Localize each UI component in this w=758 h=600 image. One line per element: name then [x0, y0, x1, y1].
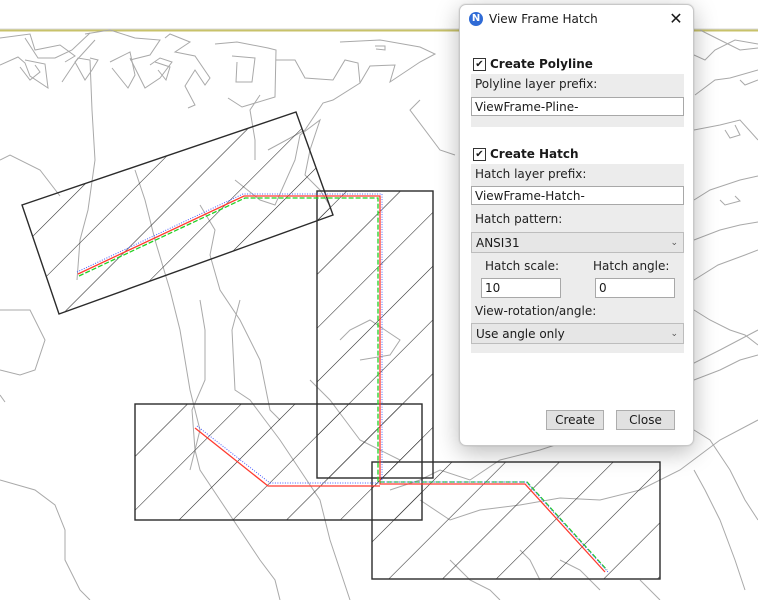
view-frame-1[interactable]	[21, 111, 334, 315]
view-rotation-value: Use angle only	[476, 327, 565, 341]
hatch-angle-label: Hatch angle:	[593, 259, 670, 273]
close-icon[interactable]: ✕	[665, 9, 687, 29]
hatch-scale-label: Hatch scale:	[485, 259, 560, 273]
polyline-panel: Polyline layer prefix: ViewFrame-Pline-	[471, 74, 684, 127]
app-logo-icon: N	[469, 12, 483, 26]
chevron-down-icon: ⌄	[670, 329, 678, 339]
create-polyline-checkbox[interactable]: ✔	[473, 58, 486, 71]
create-polyline-checkbox-row[interactable]: ✔ Create Polyline	[471, 56, 684, 74]
hatch-pattern-select[interactable]: ANSI31 ⌄	[471, 232, 684, 253]
create-hatch-checkbox[interactable]: ✔	[473, 148, 486, 161]
hatch-pattern-value: ANSI31	[476, 236, 520, 250]
create-button[interactable]: Create	[546, 410, 604, 430]
hatch-angle-input[interactable]: 0	[595, 278, 675, 298]
hatch-scale-input[interactable]: 10	[481, 278, 561, 298]
polyline-group: ✔ Create Polyline Polyline layer prefix:…	[471, 56, 684, 127]
view-frame-4[interactable]	[371, 461, 661, 580]
view-rotation-select[interactable]: Use angle only ⌄	[471, 323, 684, 344]
dialog-titlebar[interactable]: N View Frame Hatch ✕	[460, 5, 693, 33]
hatch-prefix-label: Hatch layer prefix:	[475, 167, 587, 181]
close-button[interactable]: Close	[616, 410, 675, 430]
hatch-panel: Hatch layer prefix: ViewFrame-Hatch- Hat…	[471, 164, 684, 353]
create-hatch-checkbox-row[interactable]: ✔ Create Hatch	[471, 146, 684, 164]
create-hatch-label[interactable]: Create Hatch	[490, 147, 579, 161]
hatch-pattern-label: Hatch pattern:	[475, 212, 563, 226]
hatch-prefix-input[interactable]: ViewFrame-Hatch-	[471, 186, 684, 205]
create-polyline-label[interactable]: Create Polyline	[490, 57, 593, 71]
hatch-group: ✔ Create Hatch Hatch layer prefix: ViewF…	[471, 146, 684, 353]
view-frame-hatch-dialog: N View Frame Hatch ✕ ✔ Create Polyline P…	[459, 4, 694, 446]
polyline-prefix-label: Polyline layer prefix:	[475, 77, 598, 91]
chevron-down-icon: ⌄	[670, 238, 678, 248]
view-rotation-label: View-rotation/angle:	[475, 304, 597, 318]
polyline-prefix-input[interactable]: ViewFrame-Pline-	[471, 97, 684, 116]
dialog-title: View Frame Hatch	[489, 12, 598, 26]
